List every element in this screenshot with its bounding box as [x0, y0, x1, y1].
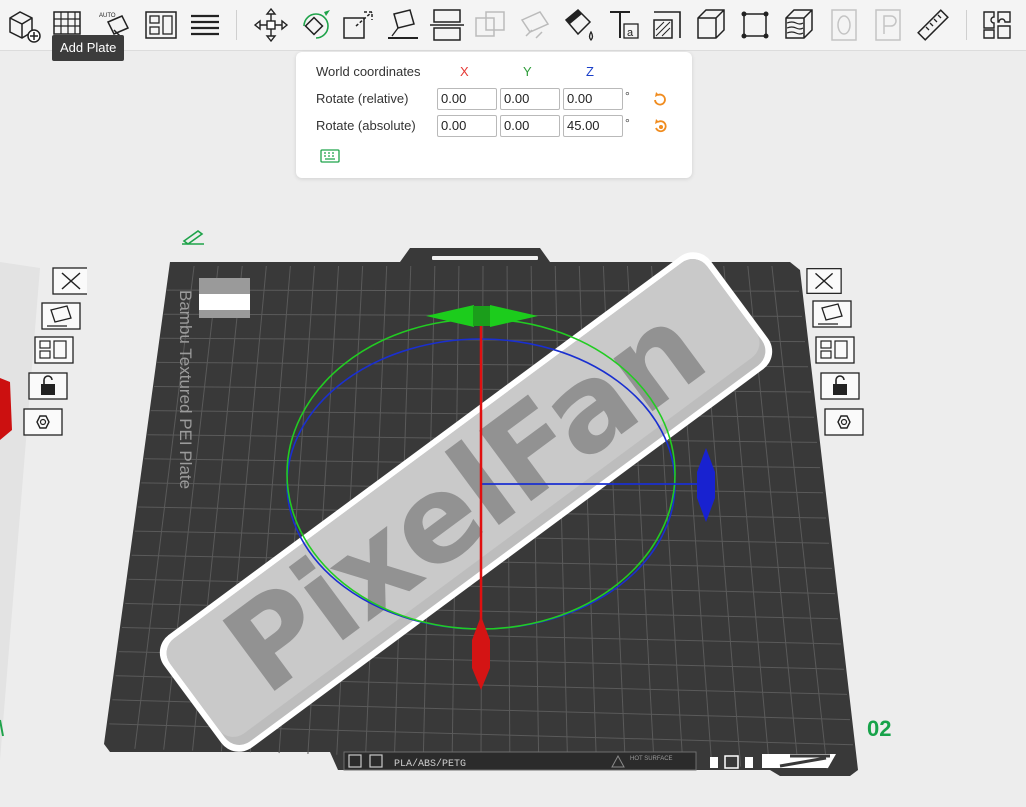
reset-relative-rotation-icon[interactable]	[652, 91, 668, 107]
rotate-absolute-y-input[interactable]: 0.00	[500, 115, 560, 137]
rotate-absolute-z-input[interactable]: 45.00	[563, 115, 623, 137]
filament-text: PLA/ABS/PETG	[394, 758, 466, 770]
p-icon[interactable]	[870, 6, 908, 44]
unlock-plate-right-icon[interactable]	[820, 372, 860, 400]
close-plate-right-icon[interactable]	[806, 267, 842, 295]
hot-surface-text: HOT SURFACE	[630, 756, 673, 762]
auto-label: AUTO	[99, 13, 116, 19]
rotate-relative-unit: °	[625, 89, 630, 103]
world-coordinates-label: World coordinates	[316, 64, 421, 79]
cut-icon[interactable]	[428, 6, 466, 44]
adjacent-object	[0, 378, 12, 440]
lock-plate-icon[interactable]	[27, 372, 68, 400]
rotate-relative-z-input[interactable]: 0.00	[563, 88, 623, 110]
seam-paint-icon[interactable]	[648, 6, 686, 44]
arrange-icon[interactable]	[142, 6, 180, 44]
move-icon[interactable]	[252, 6, 290, 44]
rotate-relative-y-input[interactable]: 0.00	[500, 88, 560, 110]
axis-z-label: Z	[586, 64, 594, 79]
scale-icon[interactable]	[340, 6, 378, 44]
axis-x-label: X	[460, 64, 469, 79]
zero-icon[interactable]	[826, 6, 864, 44]
svg-text:a: a	[627, 27, 634, 39]
plate-number: 02	[867, 716, 892, 741]
add-object-icon[interactable]	[4, 6, 42, 44]
assembly-icon[interactable]	[978, 6, 1016, 44]
main-toolbar: AUTO a	[0, 0, 1026, 51]
color-paint-icon[interactable]	[560, 6, 598, 44]
rotate-absolute-x-input[interactable]: 0.00	[437, 115, 497, 137]
variable-layer-height-icon[interactable]	[780, 6, 818, 44]
rotate-icon[interactable]	[296, 6, 334, 44]
plate-settings-right-icon[interactable]	[824, 408, 864, 436]
arrange-plate-right-icon[interactable]	[815, 336, 855, 364]
keyboard-shortcuts-icon[interactable]	[320, 149, 340, 163]
axis-y-label: Y	[523, 64, 532, 79]
rotate-relative-x-input[interactable]: 0.00	[437, 88, 497, 110]
mesh-boolean-icon[interactable]	[472, 6, 510, 44]
reset-absolute-rotation-icon[interactable]	[652, 118, 668, 134]
rotate-relative-label: Rotate (relative)	[316, 91, 409, 106]
ruler-icon[interactable]	[914, 6, 952, 44]
rotate-absolute-unit: °	[625, 116, 630, 130]
support-paint-icon[interactable]	[516, 6, 554, 44]
rotate-panel: World coordinates X Y Z Rotate (relative…	[296, 52, 692, 178]
close-plate-icon[interactable]	[47, 267, 90, 295]
fit-view-icon[interactable]	[736, 6, 774, 44]
split-icon[interactable]	[186, 6, 224, 44]
lay-on-face-icon[interactable]	[384, 6, 422, 44]
rotate-absolute-label: Rotate (absolute)	[316, 118, 416, 133]
auto-orient-plate-icon[interactable]	[40, 302, 81, 330]
arrange-plate-icon[interactable]	[33, 336, 74, 364]
auto-orient-plate-right-icon[interactable]	[812, 300, 852, 328]
text-icon[interactable]: a	[604, 6, 642, 44]
plate-type-text: Bambu Textured PEI Plate	[176, 290, 195, 489]
edit-plate-name-icon[interactable]	[182, 230, 204, 245]
plate-settings-icon[interactable]	[22, 408, 63, 436]
measure-box-icon[interactable]	[692, 6, 730, 44]
